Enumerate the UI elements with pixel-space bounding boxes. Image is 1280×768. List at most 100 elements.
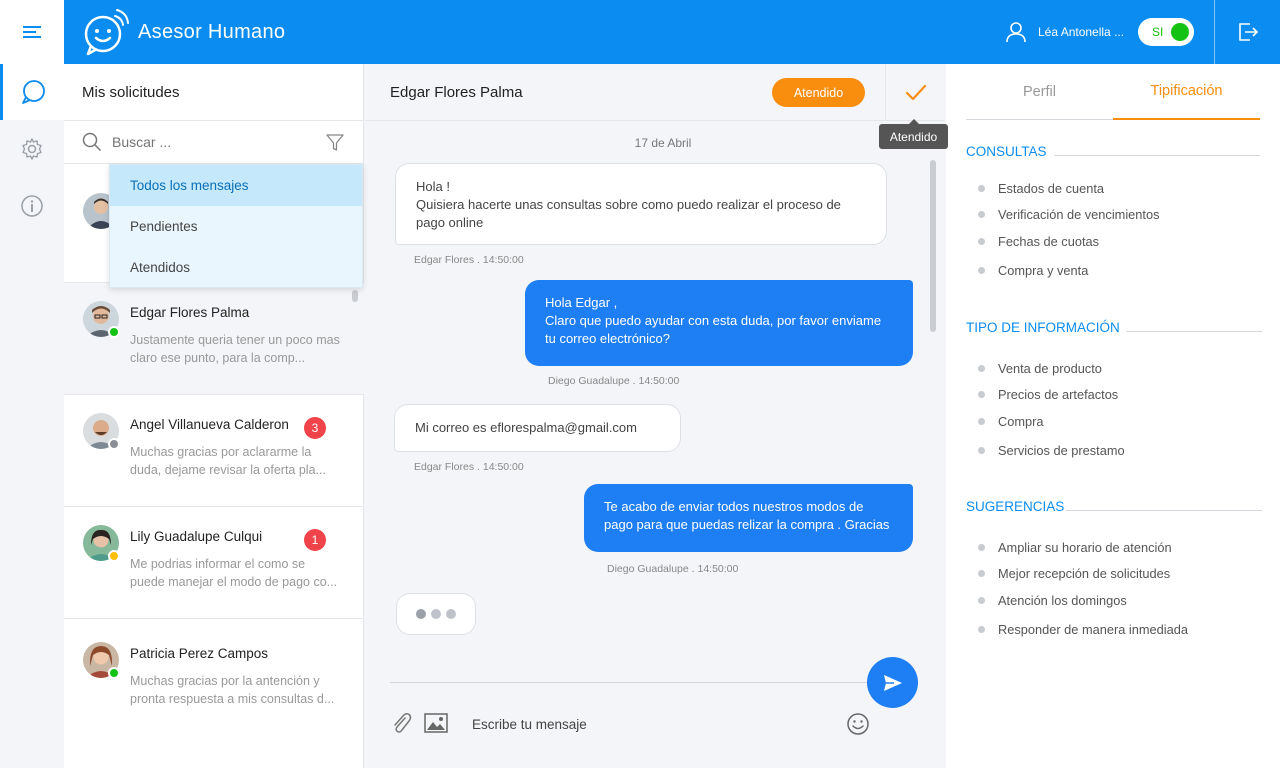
search-icon [82, 132, 102, 152]
user-name[interactable]: Léa Antonella ... [1038, 25, 1128, 39]
bullet-icon [978, 418, 985, 425]
option-label: Fechas de cuotas [998, 234, 1100, 249]
status-online [108, 326, 120, 338]
date-separator: 17 de Abril [634, 136, 692, 150]
panel-tabs: Perfil Tipificación [966, 64, 1260, 120]
bullet-icon [978, 211, 985, 218]
bullet-icon [978, 597, 985, 604]
hamburger-icon [23, 26, 41, 38]
message-incoming: Hola ! Quisiera hacerte unas consultas s… [395, 163, 887, 245]
attended-button[interactable]: Atendido [772, 78, 865, 107]
message-outgoing: Te acabo de enviar todos nuestros modos … [584, 484, 913, 552]
search-bar [64, 121, 363, 164]
message-text: Claro que puedo ayudar con esta duda, po… [545, 313, 882, 346]
option-item[interactable]: Fechas de cuotas [978, 234, 1099, 249]
filter-dropdown: Todos los mensajes Pendientes Atendidos [109, 164, 363, 288]
list-item[interactable]: Patricia Perez Campos Muchas gracias por… [64, 624, 364, 736]
logout-icon[interactable] [1236, 20, 1260, 44]
contact-name: Angel Villanueva Calderon [130, 417, 289, 432]
bullet-icon [978, 238, 985, 245]
option-item[interactable]: Precios de artefactos [978, 387, 1118, 402]
status-away [108, 550, 120, 562]
rail-info[interactable] [0, 178, 64, 234]
option-label: Compra y venta [998, 263, 1089, 278]
typing-indicator [396, 593, 476, 635]
rail-chat[interactable] [0, 64, 64, 120]
availability-toggle[interactable]: SI [1138, 18, 1194, 46]
section-title-consultas: CONSULTAS [966, 144, 1047, 159]
message-meta: Edgar Flores . 14:50:00 [414, 461, 524, 473]
option-item[interactable]: Compra [978, 414, 1044, 429]
list-item[interactable]: Angel Villanueva Calderon 3 Muchas graci… [64, 395, 364, 507]
message-text: Hola Edgar , [545, 295, 618, 310]
tab-tipificacion[interactable]: Tipificación [1113, 64, 1260, 120]
message-meta: Diego Guadalupe . 14:50:00 [548, 375, 680, 387]
chat-panel: Edgar Flores Palma Atendido 17 de Abril … [365, 64, 945, 768]
toggle-knob [1171, 23, 1189, 41]
list-item[interactable]: Lily Guadalupe Culqui 1 Me podrias infor… [64, 507, 364, 619]
message-snippet: Muchas gracias por la antención y pronta… [130, 674, 335, 706]
option-label: Responder de manera inmediada [998, 622, 1188, 637]
section-divider [1066, 510, 1262, 511]
option-item[interactable]: Verificación de vencimientos [978, 207, 1159, 222]
emoji-icon[interactable] [846, 712, 870, 736]
unread-badge: 3 [304, 417, 326, 439]
contact-name: Patricia Perez Campos [130, 646, 269, 661]
option-label: Estados de cuenta [998, 181, 1105, 196]
bullet-icon [978, 267, 985, 274]
list-item[interactable]: Edgar Flores Palma Justamente queria ten… [64, 283, 364, 395]
option-item[interactable]: Estados de cuenta [978, 181, 1104, 196]
option-item[interactable]: Mejor recepción de solicitudes [978, 566, 1170, 581]
message-text: Hola ! [416, 179, 450, 194]
option-item[interactable]: Compra y venta [978, 263, 1088, 278]
chat-bubble-icon [21, 80, 45, 104]
status-online [108, 667, 120, 679]
option-label: Verificación de vencimientos [998, 207, 1160, 222]
option-item[interactable]: Responder de manera inmediada [978, 622, 1188, 637]
message-input[interactable] [472, 712, 832, 736]
section-title-tipo-informacion: TIPO DE INFORMACIÓN [966, 320, 1120, 335]
filter-icon[interactable] [325, 133, 345, 153]
chat-scrollbar[interactable] [930, 160, 936, 332]
mark-attended-button[interactable] [885, 64, 945, 121]
requests-title: Mis solicitudes [64, 64, 363, 121]
attach-icon[interactable] [390, 712, 412, 736]
chat-contact-name: Edgar Flores Palma [390, 84, 523, 101]
search-input[interactable] [112, 134, 312, 150]
menu-button[interactable] [0, 0, 64, 64]
tab-perfil[interactable]: Perfil [966, 64, 1113, 120]
gear-icon [22, 138, 42, 160]
list-scrollbar[interactable] [352, 290, 358, 302]
option-item[interactable]: Ampliar su horario de atención [978, 540, 1172, 555]
message-outgoing: Hola Edgar , Claro que puedo ayudar con … [525, 280, 913, 366]
option-label: Compra [998, 414, 1044, 429]
option-label: Venta de producto [998, 361, 1102, 376]
option-item[interactable]: Atención los domingos [978, 593, 1127, 608]
tab-underline [966, 119, 1113, 120]
tipificacion-panel: Perfil Tipificación CONSULTAS Estados de… [946, 64, 1280, 768]
toggle-label: SI [1152, 25, 1164, 39]
image-icon[interactable] [424, 713, 448, 733]
status-offline [108, 438, 120, 450]
option-label: Precios de artefactos [998, 387, 1119, 402]
section-divider [1054, 155, 1260, 156]
send-icon [883, 674, 902, 691]
message-incoming: Mi correo es eflorespalma@gmail.com [394, 404, 681, 452]
user-icon[interactable] [1004, 20, 1028, 44]
filter-option-all[interactable]: Todos los mensajes [110, 165, 362, 206]
chat-logo-icon [84, 9, 129, 56]
filter-option-pending[interactable]: Pendientes [110, 206, 362, 247]
unread-badge: 1 [304, 529, 326, 551]
send-button[interactable] [867, 657, 918, 708]
bullet-icon [978, 447, 985, 454]
message-snippet: Justamente queria tener un poco mas clar… [130, 333, 340, 365]
option-item[interactable]: Servicios de prestamo [978, 443, 1125, 458]
rail-settings[interactable] [0, 121, 64, 177]
brand: Asesor Humano [82, 8, 285, 56]
bullet-icon [978, 626, 985, 633]
section-divider [1126, 331, 1262, 332]
left-rail [0, 64, 64, 768]
chat-header: Edgar Flores Palma Atendido [365, 64, 945, 121]
filter-option-attended[interactable]: Atendidos [110, 247, 362, 288]
option-item[interactable]: Venta de producto [978, 361, 1102, 376]
